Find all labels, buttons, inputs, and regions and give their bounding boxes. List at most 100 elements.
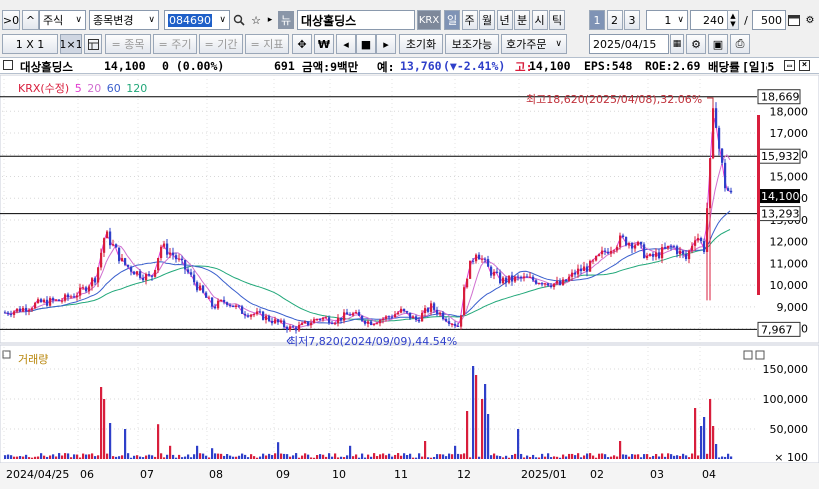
candle-body <box>94 278 97 283</box>
volume-bar <box>97 455 100 459</box>
indicator-dropdown-button[interactable]: = 지표 <box>245 34 289 54</box>
volume-bar <box>433 456 436 459</box>
volume-bar <box>160 453 163 459</box>
gear-icon[interactable]: ⚙ <box>686 34 706 54</box>
krx-badge[interactable]: KRX <box>417 10 441 30</box>
close-icon[interactable]: × <box>799 60 810 71</box>
volume-bar <box>409 453 412 459</box>
window-icon[interactable] <box>787 10 801 30</box>
save-icon[interactable]: ▣ <box>708 34 728 54</box>
reference-line-label: 18,669 <box>757 89 801 105</box>
price-tick-label: 17,000 <box>770 127 809 140</box>
period-button[interactable]: 주 <box>461 10 478 30</box>
collapse-icon[interactable]: ▸ <box>264 10 276 30</box>
volume-bar <box>631 454 634 459</box>
candle-body <box>85 287 88 292</box>
stock-dropdown-button[interactable]: = 종목 <box>105 34 151 54</box>
period-button[interactable]: 틱 <box>549 10 565 30</box>
period-dropdown-button[interactable]: = 기간 <box>199 34 243 54</box>
candle-body <box>373 323 376 325</box>
chart-area[interactable]: 18,00017,00016,00015,00014,00013,00012,0… <box>0 75 819 489</box>
sub-enable-button[interactable]: 보조가능 <box>445 34 499 54</box>
scroll-left-icon[interactable]: ◂ <box>336 34 356 54</box>
price-tick-label: 11,000 <box>770 257 809 270</box>
grid-view-icon[interactable] <box>84 34 102 54</box>
count-input[interactable]: 240 <box>690 10 728 30</box>
period-button[interactable]: 분 <box>514 10 530 30</box>
candle-body <box>244 313 247 316</box>
candle-body <box>457 325 460 327</box>
volume-bar <box>541 453 544 459</box>
settings-small-icon[interactable]: ⚙ <box>802 10 818 30</box>
candle-body <box>160 246 163 259</box>
menu-button[interactable]: >0 <box>2 10 20 30</box>
stock-code-input[interactable]: 084690 ∨ <box>164 10 230 30</box>
reset-button[interactable]: 초기화 <box>399 34 443 54</box>
zoom-1x1-button[interactable]: 1 X 1 <box>2 34 58 54</box>
cycle-dropdown-button[interactable]: = 주기 <box>153 34 197 54</box>
candle-body <box>697 237 700 241</box>
chevron-down-icon: ∨ <box>677 15 684 25</box>
candle-body <box>10 314 13 316</box>
stop-icon[interactable]: ■ <box>356 34 376 54</box>
window-restore-icon[interactable]: ▭ <box>784 60 795 71</box>
candle-body <box>145 274 148 281</box>
candle-body <box>508 275 511 283</box>
volume-bar <box>58 453 61 459</box>
candle-body <box>67 294 70 298</box>
candle-body <box>388 316 391 318</box>
print-icon[interactable]: ⎙ <box>730 34 750 54</box>
period-button[interactable]: 일 <box>444 10 460 30</box>
scroll-right-icon[interactable]: ▸ <box>376 34 396 54</box>
calendar-icon[interactable]: ▦ <box>670 34 684 54</box>
period-button[interactable]: 년 <box>496 10 513 30</box>
max-count-input[interactable]: 500 <box>752 10 786 30</box>
volume-bar <box>445 456 448 459</box>
page-button[interactable]: 2 <box>606 10 623 30</box>
volume-bar <box>103 399 106 459</box>
market-type-select[interactable]: 주식 ∨ <box>39 10 86 30</box>
sort-up-icon[interactable]: ^ <box>22 10 39 30</box>
favorite-star-icon[interactable]: ☆ <box>248 10 264 30</box>
interval-select[interactable]: 1 ∨ <box>646 10 688 30</box>
candle-body <box>172 252 175 256</box>
count-stepper[interactable]: ▲ ▼ <box>727 10 739 30</box>
candle-body <box>583 266 586 272</box>
info-eps: EPS:548 <box>584 59 633 73</box>
candle-body <box>262 311 265 320</box>
page-button[interactable]: 1 <box>589 10 605 30</box>
price-volume-chart[interactable]: 18,00017,00016,00015,00014,00013,00012,0… <box>0 75 819 489</box>
candle-body <box>157 258 160 271</box>
crosshair-icon[interactable]: ✥ <box>292 34 312 54</box>
volume-bar <box>535 457 538 459</box>
weight-icon[interactable]: ₩ <box>314 34 334 54</box>
volume-bar <box>727 453 730 459</box>
order-button[interactable]: 호가주문 ∨ <box>501 34 567 54</box>
candle-body <box>595 255 598 261</box>
volume-bar <box>391 456 394 459</box>
period-button[interactable]: 월 <box>479 10 495 30</box>
change-item-select[interactable]: 종목변경 ∨ <box>89 10 159 30</box>
candle-body <box>667 245 670 249</box>
market-type-value: 주식 <box>43 14 64 27</box>
page-button[interactable]: 3 <box>624 10 640 30</box>
volume-bar <box>181 457 184 459</box>
volume-bar <box>10 455 13 459</box>
volume-bar <box>574 455 577 459</box>
candle-body <box>88 286 91 292</box>
period-button[interactable]: 시 <box>531 10 548 30</box>
date-input[interactable]: 2025/04/15 <box>589 34 669 54</box>
zoom-1x1-single-button[interactable]: 1×1 <box>60 34 82 54</box>
candle-body <box>673 246 676 248</box>
search-icon[interactable] <box>231 10 247 30</box>
candle-body <box>352 313 355 316</box>
volume-bar <box>463 453 466 459</box>
candle-body <box>577 268 580 275</box>
candle-body <box>22 307 25 312</box>
volume-bar <box>109 423 112 459</box>
volume-bar <box>235 456 238 459</box>
candle-body <box>151 275 154 277</box>
candle-body <box>79 287 82 296</box>
info-checkbox[interactable] <box>3 60 13 70</box>
candle-body <box>592 260 595 262</box>
